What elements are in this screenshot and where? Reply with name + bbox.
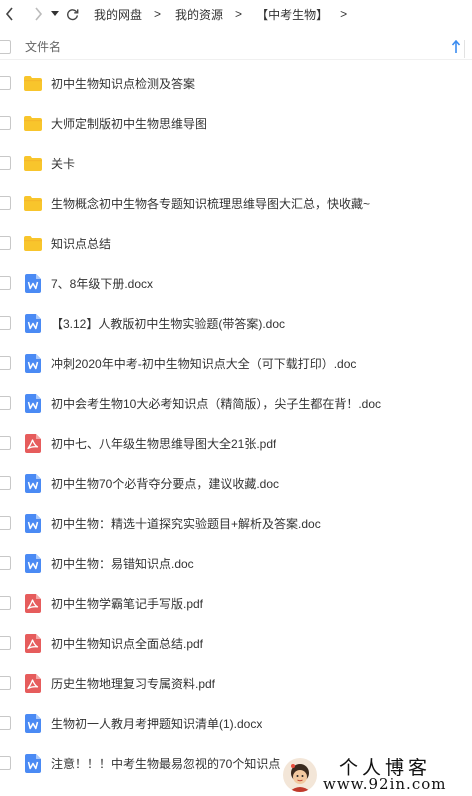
toolbar: 我的网盘 > 我的资源 > 【中考生物】 >: [0, 0, 472, 28]
file-name[interactable]: 初中生物学霸笔记手写版.pdf: [51, 595, 203, 612]
file-name[interactable]: 知识点总结: [51, 235, 111, 252]
file-row[interactable]: 历史生物地理复习专属资料.pdf: [0, 663, 472, 703]
watermark: 个人博客 www.92in.com: [283, 750, 472, 796]
scrollbar[interactable]: [464, 40, 472, 58]
file-name[interactable]: 冲刺2020年中考-初中生物知识点大全（可下载打印）.doc: [51, 355, 356, 372]
row-checkbox[interactable]: [0, 756, 11, 770]
row-checkbox[interactable]: [0, 236, 11, 250]
chevron-right-icon: [35, 7, 43, 21]
list-header: 文件名: [0, 34, 472, 60]
row-checkbox[interactable]: [0, 76, 11, 90]
file-row[interactable]: 大师定制版初中生物思维导图: [0, 103, 472, 143]
word-doc-icon: [24, 353, 42, 373]
row-checkbox[interactable]: [0, 276, 11, 290]
word-doc-icon: [24, 273, 42, 293]
file-row[interactable]: 初中会考生物10大必考知识点（精简版），尖子生都在背！.doc: [0, 383, 472, 423]
column-header-filename[interactable]: 文件名: [25, 38, 61, 55]
file-name[interactable]: 初中会考生物10大必考知识点（精简版），尖子生都在背！.doc: [51, 395, 381, 412]
file-row[interactable]: 初中生物70个必背夺分要点，建议收藏.doc: [0, 463, 472, 503]
row-checkbox[interactable]: [0, 356, 11, 370]
row-checkbox[interactable]: [0, 636, 11, 650]
file-row[interactable]: 初中七、八年级生物思维导图大全21张.pdf: [0, 423, 472, 463]
row-checkbox[interactable]: [0, 436, 11, 450]
row-checkbox[interactable]: [0, 316, 11, 330]
pdf-icon: [24, 633, 42, 653]
pdf-icon: [24, 673, 42, 693]
folder-icon: [24, 114, 42, 132]
select-all-checkbox[interactable]: [0, 39, 11, 54]
file-row[interactable]: 生物初一人教月考押题知识清单(1).docx: [0, 703, 472, 743]
file-row[interactable]: 初中生物：精选十道探究实验题目+解析及答案.doc: [0, 503, 472, 543]
sort-ascending-icon[interactable]: [451, 40, 461, 54]
row-checkbox[interactable]: [0, 556, 11, 570]
row-checkbox[interactable]: [0, 676, 11, 690]
file-name[interactable]: 初中生物70个必背夺分要点，建议收藏.doc: [51, 475, 279, 492]
file-name[interactable]: 【3.12】人教版初中生物实验题(带答案).doc: [51, 315, 285, 332]
file-row[interactable]: 初中生物知识点检测及答案: [0, 63, 472, 103]
row-checkbox[interactable]: [0, 196, 11, 210]
file-name[interactable]: 初中生物知识点检测及答案: [51, 75, 195, 92]
pdf-icon: [24, 433, 42, 453]
file-row[interactable]: 知识点总结: [0, 223, 472, 263]
breadcrumb-separator: >: [235, 7, 243, 21]
word-doc-icon: [24, 393, 42, 413]
file-row[interactable]: 关卡: [0, 143, 472, 183]
file-list: 初中生物知识点检测及答案 大师定制版初中生物思维导图 关卡生物概念初中生物各专题知识…: [0, 63, 472, 783]
pdf-icon: [24, 593, 42, 613]
breadcrumb-separator: >: [340, 7, 348, 21]
row-checkbox[interactable]: [0, 116, 11, 130]
forward-button[interactable]: [28, 0, 48, 28]
breadcrumb-item[interactable]: 我的网盘: [94, 6, 142, 23]
file-name[interactable]: 关卡: [51, 155, 75, 172]
folder-icon: [24, 74, 42, 92]
file-name[interactable]: 7、8年级下册.docx: [51, 275, 153, 292]
row-checkbox[interactable]: [0, 156, 11, 170]
folder-icon: [24, 234, 42, 252]
row-checkbox[interactable]: [0, 516, 11, 530]
file-name[interactable]: 注意！！！中考生物最易忽视的70个知识点: [51, 755, 280, 772]
file-name[interactable]: 初中七、八年级生物思维导图大全21张.pdf: [51, 435, 276, 452]
word-doc-icon: [24, 713, 42, 733]
word-doc-icon: [24, 513, 42, 533]
word-doc-icon: [24, 473, 42, 493]
word-doc-icon: [24, 313, 42, 333]
file-name[interactable]: 初中生物：精选十道探究实验题目+解析及答案.doc: [51, 515, 321, 532]
file-row[interactable]: 【3.12】人教版初中生物实验题(带答案).doc: [0, 303, 472, 343]
word-doc-icon: [24, 753, 42, 773]
file-row[interactable]: 初中生物知识点全面总结.pdf: [0, 623, 472, 663]
refresh-button[interactable]: [62, 0, 82, 28]
row-checkbox[interactable]: [0, 476, 11, 490]
breadcrumb: 我的网盘 > 我的资源 > 【中考生物】 >: [92, 6, 359, 23]
file-name[interactable]: 生物概念初中生物各专题知识梳理思维导图大汇总，快收藏~: [51, 195, 370, 212]
file-name[interactable]: 初中生物：易错知识点.doc: [51, 555, 194, 572]
row-checkbox[interactable]: [0, 596, 11, 610]
row-checkbox[interactable]: [0, 396, 11, 410]
word-doc-icon: [24, 553, 42, 573]
row-checkbox[interactable]: [0, 716, 11, 730]
watermark-avatar: [283, 758, 317, 792]
file-name[interactable]: 生物初一人教月考押题知识清单(1).docx: [51, 715, 262, 732]
file-row[interactable]: 生物概念初中生物各专题知识梳理思维导图大汇总，快收藏~: [0, 183, 472, 223]
file-name[interactable]: 历史生物地理复习专属资料.pdf: [51, 675, 215, 692]
breadcrumb-item[interactable]: 我的资源: [175, 6, 223, 23]
file-row[interactable]: 初中生物：易错知识点.doc: [0, 543, 472, 583]
folder-icon: [24, 194, 42, 212]
file-row[interactable]: 7、8年级下册.docx: [0, 263, 472, 303]
folder-icon: [24, 154, 42, 172]
breadcrumb-separator: >: [154, 7, 162, 21]
back-button[interactable]: [0, 0, 20, 28]
watermark-url: www.92in.com: [323, 775, 447, 793]
refresh-icon: [66, 8, 78, 20]
breadcrumb-item-current[interactable]: 【中考生物】: [256, 6, 328, 23]
chevron-left-icon: [5, 7, 13, 21]
file-name[interactable]: 大师定制版初中生物思维导图: [51, 115, 207, 132]
file-name[interactable]: 初中生物知识点全面总结.pdf: [51, 635, 203, 652]
file-row[interactable]: 初中生物学霸笔记手写版.pdf: [0, 583, 472, 623]
file-row[interactable]: 冲刺2020年中考-初中生物知识点大全（可下载打印）.doc: [0, 343, 472, 383]
caret-down-icon: [51, 11, 59, 16]
history-dropdown[interactable]: [48, 0, 62, 28]
